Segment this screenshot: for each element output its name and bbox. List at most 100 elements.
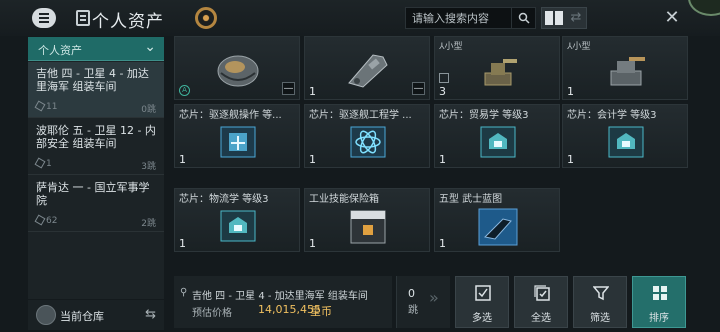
location-summary: ⚲ 吉他 四 - 卫星 4 - 加达里海军 组装车间 预估价格 14,015,4… [174, 276, 392, 328]
view-toggle[interactable]: ⇄ [541, 7, 587, 29]
filter-button[interactable]: 筛选 [573, 276, 627, 328]
item-count: 62 [34, 214, 58, 226]
item-count-value: 1 [46, 159, 52, 169]
item-quantity: 1 [567, 153, 574, 166]
location-item[interactable]: 波耶伦 五 - 卫星 12 - 内部安全 组装车间 1 3跳 [28, 119, 164, 175]
item-tile[interactable]: 工业技能保险箱 1 [304, 188, 430, 252]
jump-count: 0 [408, 287, 415, 300]
item-quantity: 1 [439, 237, 446, 250]
size-tag-label: 小型 [572, 42, 591, 52]
assets-icon [76, 10, 90, 26]
close-icon[interactable]: ✕ [663, 9, 681, 27]
summary-location: 吉他 四 - 卫星 4 - 加达里海军 组装车间 [192, 291, 368, 302]
item-tile[interactable]: A — [174, 36, 300, 100]
remove-icon[interactable]: — [412, 82, 425, 95]
location-name: 萨肯达 一 - 国立军事学院 [36, 181, 150, 207]
page-title: 个人资产 [92, 12, 164, 32]
gear-icon[interactable] [195, 7, 217, 29]
price-unit: 星币 [310, 305, 332, 318]
chevron-right-icon: » [429, 288, 439, 307]
cube-icon [34, 100, 46, 112]
location-name: 波耶伦 五 - 卫星 12 - 内部安全 组装车间 [36, 124, 156, 150]
crate-icon [350, 210, 386, 244]
item-tile[interactable]: 芯片：物流学 等级3 1 [174, 188, 300, 252]
search-box[interactable]: 请输入搜索内容 [405, 7, 536, 29]
size-tag: ⅄小型 [567, 42, 591, 52]
search-button[interactable] [511, 8, 535, 28]
top-bar: 个人资产 请输入搜索内容 ⇄ ✕ [0, 0, 720, 36]
select-all-icon [534, 285, 550, 301]
location-pin-icon: ⚲ [180, 287, 188, 298]
size-tag-label: 小型 [444, 42, 463, 52]
jump-unit: 跳 [408, 305, 418, 316]
ship-icon [348, 54, 388, 88]
avatar[interactable] [688, 0, 720, 16]
item-tile[interactable]: 芯片：会计学 等级3 1 [562, 104, 688, 168]
item-tile[interactable]: 芯片：驱逐舰操作 等... 1 [174, 104, 300, 168]
item-count: 1 [34, 157, 52, 169]
chip-icon [480, 126, 516, 158]
item-quantity: 1 [309, 85, 316, 98]
sort-label: 排序 [649, 313, 669, 324]
size-tag: ⅄小型 [439, 42, 463, 52]
jump-counter[interactable]: 0 跳 » [396, 276, 450, 328]
chip-icon [608, 126, 644, 158]
active-ship-icon: A [179, 85, 190, 96]
jump-distance: 3跳 [141, 162, 156, 172]
location-meta: 1 3跳 [34, 157, 156, 172]
capsule-icon [217, 55, 259, 87]
item-tile[interactable]: ⅄小型 1 [562, 36, 688, 100]
item-quantity: 1 [309, 237, 316, 250]
item-quantity: 1 [309, 153, 316, 166]
remove-icon[interactable]: — [282, 82, 295, 95]
chip-atom-icon [350, 126, 386, 158]
swap-icon[interactable]: ⇆ [145, 307, 156, 322]
sort-button[interactable]: 排序 [632, 276, 686, 328]
multi-select-label: 多选 [472, 313, 492, 324]
select-all-label: 全选 [531, 313, 551, 324]
checkbox-icon [475, 285, 491, 301]
turret-icon [610, 57, 645, 86]
item-quantity: 1 [179, 237, 186, 250]
blueprint-marker-icon [439, 73, 449, 83]
chip-icon [220, 210, 256, 242]
cube-icon [34, 157, 46, 169]
jump-distance: 0跳 [141, 105, 156, 115]
location-item[interactable]: 萨肯达 一 - 国立军事学院 62 2跳 [28, 176, 164, 232]
select-all-button[interactable]: 全选 [514, 276, 568, 328]
location-sidebar: 个人资产 ⌄ 吉他 四 - 卫星 4 - 加达里海军 组装车间 11 0跳 波耶… [28, 37, 164, 299]
chip-icon [220, 126, 256, 158]
multi-select-button[interactable]: 多选 [455, 276, 509, 328]
swap-view-icon[interactable]: ⇄ [568, 10, 584, 26]
warehouse-icon [36, 305, 56, 325]
item-tile[interactable]: 芯片：驱逐舰工程学 ... 1 [304, 104, 430, 168]
filter-icon [593, 286, 609, 301]
warehouse-label: 当前仓库 [60, 310, 104, 323]
location-meta: 62 2跳 [34, 214, 156, 229]
filter-label: 筛选 [590, 313, 610, 324]
item-count-value: 11 [46, 102, 58, 112]
jump-distance: 2跳 [141, 219, 156, 229]
item-tile[interactable]: 五型 武士蓝图 1 [434, 188, 560, 252]
location-item[interactable]: 吉他 四 - 卫星 4 - 加达里海军 组装车间 11 0跳 [28, 62, 164, 118]
item-count: 11 [34, 100, 58, 112]
asset-filter-label: 个人资产 [38, 44, 82, 57]
grid-view-icon[interactable] [545, 11, 565, 25]
item-tile[interactable]: 芯片：贸易学 等级3 1 [434, 104, 560, 168]
current-warehouse-button[interactable]: 当前仓库 ⇆ [28, 300, 164, 330]
item-tile[interactable]: 1 — [304, 36, 430, 100]
location-meta: 11 0跳 [34, 100, 156, 115]
search-input[interactable]: 请输入搜索内容 [412, 11, 508, 27]
item-tile[interactable]: ⅄小型 3 [434, 36, 560, 100]
location-name: 吉他 四 - 卫星 4 - 加达里海军 组装车间 [36, 67, 149, 93]
item-quantity: 3 [439, 85, 446, 98]
price-label: 预估价格 [192, 308, 232, 319]
sort-grid-icon [653, 286, 667, 300]
asset-filter-dropdown[interactable]: 个人资产 ⌄ [28, 37, 164, 61]
item-grid: A — 1 — ⅄小型 3 ⅄小型 1 芯片：驱逐舰操作 等... 1 芯片：驱… [174, 36, 688, 268]
cube-icon [34, 214, 46, 226]
menu-icon[interactable] [32, 8, 56, 28]
chevron-down-icon: ⌄ [144, 39, 156, 55]
item-count-value: 62 [46, 216, 58, 226]
turret-icon [484, 59, 517, 86]
